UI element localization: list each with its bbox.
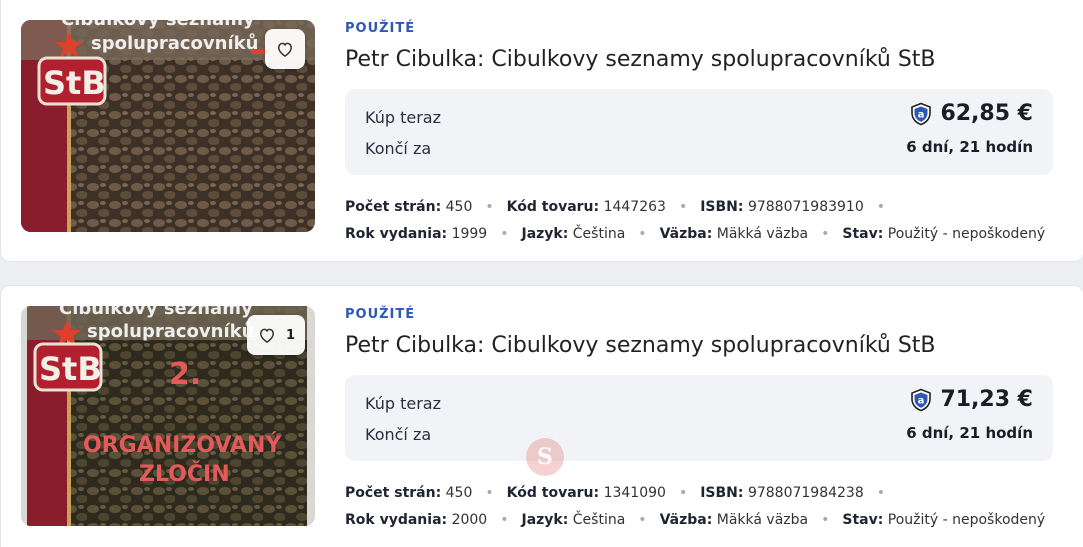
attr-key: Väzba:	[659, 226, 713, 242]
listing-title-link[interactable]: Petr Cibulka: Cibulkovy seznamy spolupra…	[345, 330, 1053, 362]
attr-value: Mäkká väzba	[716, 226, 809, 242]
attr-key: Počet strán:	[345, 485, 442, 501]
product-image[interactable]: Cibulkovy seznamy spolupracovníků StB	[21, 20, 315, 232]
shield-a-icon: a	[911, 388, 932, 411]
attr-key: Jazyk:	[521, 226, 569, 242]
attr-key: Počet strán:	[345, 199, 442, 215]
shield-a-icon: a	[911, 102, 932, 125]
price-box: Kúp teraz Končí za a 62,85 € 6 dní, 21 h…	[345, 89, 1053, 175]
attr-value: Použitý - nepoškodený	[887, 512, 1046, 528]
attr-key: Stav:	[842, 226, 884, 242]
listing-title-link[interactable]: Petr Cibulka: Cibulkovy seznamy spolupra…	[345, 44, 1053, 76]
attr-value: 2000	[451, 512, 488, 528]
attr-value: 9788071983910	[747, 199, 864, 215]
cover-line1: Cibulkovy seznamy	[59, 306, 253, 319]
attr-value: Čeština	[572, 226, 626, 242]
price-value: 71,23 €	[940, 387, 1033, 412]
product-attributes: Počet strán: 450 • Kód tovaru: 1447263 • ISB…	[345, 199, 1046, 242]
svg-text:a: a	[918, 395, 925, 406]
buy-now-label: Kúp teraz	[365, 394, 441, 413]
condition-label: POUŽITÉ	[345, 307, 416, 322]
ends-in-value: 6 dní, 21 hodín	[906, 424, 1033, 442]
attr-key: ISBN:	[700, 199, 744, 215]
attr-value: 450	[445, 199, 473, 215]
ends-in-label: Končí za	[365, 139, 432, 158]
cover-subtitle1: ORGANIZOVANÝ	[83, 432, 282, 458]
favorite-button[interactable]	[265, 29, 305, 69]
cover-line2: spolupracovníků	[91, 32, 258, 54]
attr-value: Čeština	[572, 512, 626, 528]
product-image[interactable]: Cibulkovy seznamy spolupracovníků StB 2.…	[21, 306, 315, 526]
attr-value: 1999	[451, 226, 488, 242]
cover-badge: StB	[43, 64, 106, 102]
attr-key: Kód tovaru:	[506, 199, 600, 215]
attr-value: Použitý - nepoškodený	[887, 226, 1046, 242]
cover-line2: spolupracovníků	[87, 320, 254, 342]
attr-value: 450	[445, 485, 473, 501]
attr-value: 1341090	[603, 485, 666, 501]
ends-in-label: Končí za	[365, 425, 432, 444]
heart-icon	[259, 328, 274, 343]
cover-volume: 2.	[169, 357, 201, 392]
price-value: 62,85 €	[940, 101, 1033, 126]
listing-card[interactable]: Cibulkovy seznamy spolupracovníků StB PO…	[0, 0, 1083, 262]
attr-key: ISBN:	[700, 485, 744, 501]
cover-line1: Cibulkovy seznamy	[61, 20, 255, 30]
ends-in-value: 6 dní, 21 hodín	[906, 138, 1033, 156]
listing-card[interactable]: Cibulkovy seznamy spolupracovníků StB 2.…	[0, 285, 1083, 547]
cover-subtitle2: ZLOČIN	[139, 461, 230, 487]
attr-key: Kód tovaru:	[506, 485, 600, 501]
condition-label: POUŽITÉ	[345, 21, 416, 36]
attr-value: Mäkká väzba	[716, 512, 809, 528]
watermark-logo: S	[526, 438, 564, 476]
attr-value: 1447263	[603, 199, 666, 215]
attr-key: Stav:	[842, 512, 884, 528]
price-box: Kúp teraz Končí za a 71,23 € 6 dní, 21 h…	[345, 375, 1053, 461]
product-attributes: Počet strán: 450 • Kód tovaru: 1341090 • ISB…	[345, 485, 1046, 528]
attr-key: Rok vydania:	[345, 226, 448, 242]
attr-key: Rok vydania:	[345, 512, 448, 528]
heart-icon	[277, 42, 293, 57]
buy-now-label: Kúp teraz	[365, 108, 441, 127]
attr-value: 9788071984238	[747, 485, 864, 501]
attr-key: Väzba:	[659, 512, 713, 528]
attr-key: Jazyk:	[521, 512, 569, 528]
svg-text:a: a	[918, 109, 925, 120]
cover-badge: StB	[39, 350, 102, 388]
favorite-button[interactable]: 1	[246, 315, 305, 355]
favorite-count: 1	[285, 327, 295, 343]
